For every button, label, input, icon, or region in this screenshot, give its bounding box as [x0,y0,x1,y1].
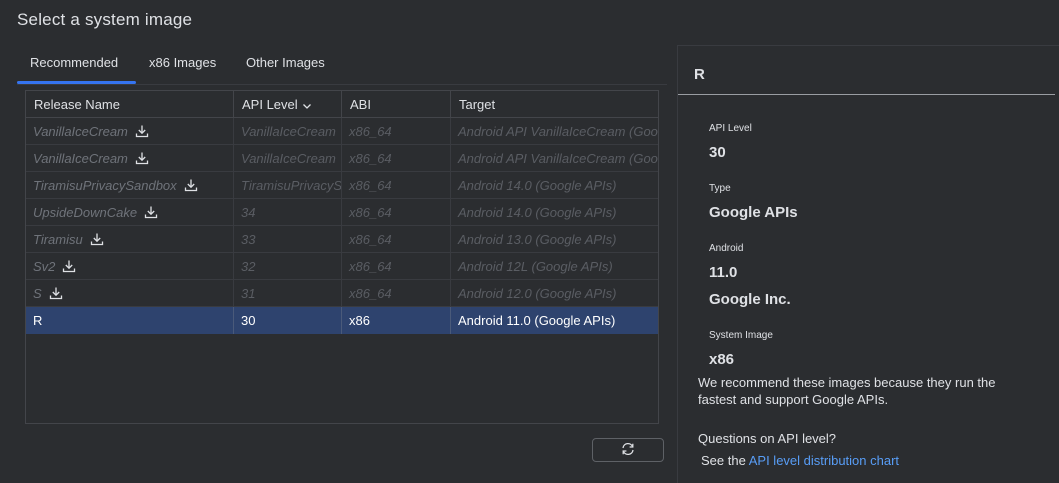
target-cell: Android 12L (Google APIs) [458,259,613,274]
image-details-panel: R API Level 30 Type Google APIs Android … [677,45,1059,483]
target-cell: Android 12.0 (Google APIs) [458,286,617,301]
type-label: Type [709,183,731,194]
release-name-cell: VanillaIceCream [26,118,234,145]
download-icon[interactable] [135,120,149,138]
table-header: Release Name API Level ABI Target [26,91,658,118]
system-image-label: System Image [709,330,773,341]
dialog-title: Select a system image [17,10,193,29]
table-row[interactable]: Tiramisu 33 x86_64 Android 13.0 (Google API… [26,226,658,253]
release-name-cell: R [26,307,234,334]
abi-cell: x86_64 [342,199,451,226]
system-image-table[interactable]: Release Name API Level ABI Target Vanill… [25,90,659,424]
api-level-label: API Level [709,123,752,134]
api-level-cell: 34 [234,199,342,226]
column-header-abi[interactable]: ABI [342,91,451,118]
abi-cell: x86_64 [342,118,451,145]
download-icon[interactable] [144,201,158,219]
tab-x86-images[interactable]: x86 Images [149,55,216,70]
refresh-icon [620,442,636,459]
api-level-cell: VanillaIceCream [234,145,342,172]
download-icon[interactable] [90,228,104,246]
api-question-text: Questions on API level? [698,431,837,446]
target-cell: Android 14.0 (Google APIs) [458,178,617,193]
tab-recommended[interactable]: Recommended [30,55,118,70]
column-header-release-name[interactable]: Release Name [26,91,234,118]
release-name-cell: Tiramisu [26,226,234,253]
details-divider [678,94,1055,95]
table-row[interactable]: VanillaIceCream VanillaIceCream x86_64 Andr… [26,118,658,145]
type-value: Google APIs [709,204,798,221]
image-tabs: Recommended x86 Images Other Images [17,45,667,85]
target-cell: Android API VanillaIceCream (Goo [458,124,658,139]
api-level-value: 30 [709,144,726,161]
abi-cell: x86_64 [342,172,451,199]
api-level-cell: TiramisuPrivacyS [234,172,342,199]
table-row[interactable]: S 31 x86_64 Android 12.0 (Google APIs) [26,280,658,307]
vendor-value: Google Inc. [709,291,791,308]
target-cell: Android 11.0 (Google APIs) [458,313,616,328]
system-image-value: x86 [709,351,735,368]
release-name-cell: VanillaIceCream [26,145,234,172]
api-distribution-line: See the API level distribution chart [701,453,900,468]
release-name-cell: Sv2 [26,253,234,280]
api-distribution-chart-link[interactable]: API level distribution chart [749,453,899,468]
api-level-cell: VanillaIceCream [234,118,342,145]
release-name-cell: S [26,280,234,307]
target-cell: Android API VanillaIceCream (Goo [458,151,658,166]
abi-cell: x86_64 [342,226,451,253]
table-body: VanillaIceCream VanillaIceCream x86_64 Andr… [26,118,658,334]
download-icon[interactable] [184,174,198,192]
download-icon[interactable] [49,282,63,300]
android-label: Android [709,243,744,254]
api-level-cell: 33 [234,226,342,253]
table-row[interactable]: UpsideDownCake 34 x86_64 Android 14.0 (Goog… [26,199,658,226]
release-name-cell: TiramisuPrivacySandbox [26,172,234,199]
api-level-cell: 32 [234,253,342,280]
target-cell: Android 13.0 (Google APIs) [458,232,617,247]
api-level-cell: 31 [234,280,342,307]
abi-cell: x86_64 [342,145,451,172]
column-header-target[interactable]: Target [451,91,658,118]
api-level-cell: 30 [234,307,342,334]
table-row[interactable]: VanillaIceCream VanillaIceCream x86_64 Andr… [26,145,658,172]
abi-cell: x86_64 [342,253,451,280]
details-title: R [694,66,705,83]
chevron-down-icon [302,92,312,119]
column-header-api-level[interactable]: API Level [234,91,342,118]
release-name-cell: UpsideDownCake [26,199,234,226]
table-row[interactable]: Sv2 32 x86_64 Android 12L (Google APIs) [26,253,658,280]
target-cell: Android 14.0 (Google APIs) [458,205,617,220]
active-tab-indicator [17,81,136,84]
table-row[interactable]: TiramisuPrivacySandbox TiramisuPrivacyS x8… [26,172,658,199]
refresh-button[interactable] [592,438,664,462]
download-icon[interactable] [62,255,76,273]
abi-cell: x86 [342,307,451,334]
android-version-value: 11.0 [709,264,738,281]
table-row[interactable]: R 30 x86 Android 11.0 (Google APIs) [26,307,658,334]
tab-other-images[interactable]: Other Images [246,55,325,70]
download-icon[interactable] [135,147,149,165]
recommendation-text: We recommend these images because they r… [698,375,996,407]
abi-cell: x86_64 [342,280,451,307]
